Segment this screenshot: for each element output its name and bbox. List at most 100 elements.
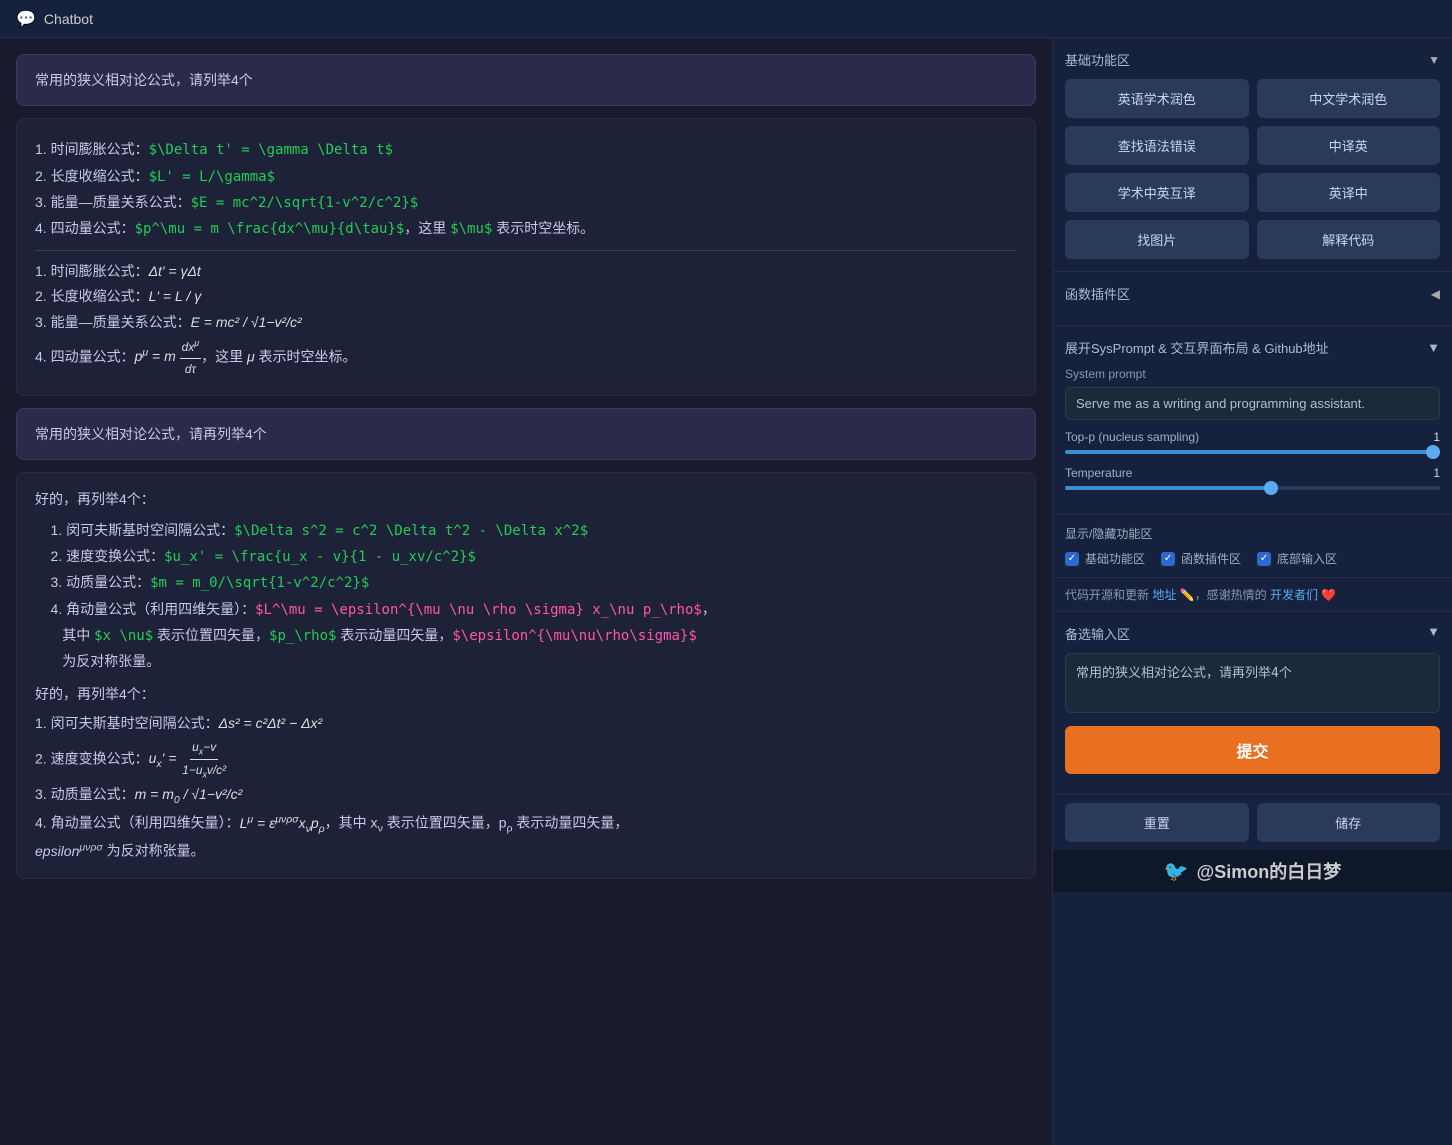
assistant-message-2: 好的，再列举4个： 1. 闵可夫斯基时空间隔公式：$\Delta s^2 = c…	[16, 472, 1036, 879]
credit-prefix: 代码开源和更新	[1065, 588, 1149, 602]
btn-en-polish[interactable]: 英语学术润色	[1065, 79, 1249, 118]
formula-list-raw: 1. 时间膨胀公式：$\Delta t' = \gamma \Delta t$ …	[35, 137, 1017, 242]
app-header: 💬 Chatbot	[0, 0, 1452, 38]
top-p-value: 1	[1410, 430, 1440, 444]
alt-input-section: 备选输入区 ▼ 常用的狭义相对论公式，请再列举4个 提交	[1053, 612, 1452, 795]
rf2-4: Lμ = εμνρσxνpρ	[240, 815, 325, 831]
f2-4-p: $p_\rho$	[269, 628, 336, 644]
sysprompt-section: 展开SysPrompt & 交互界面布局 & Github地址 ▼ System…	[1053, 326, 1452, 515]
visibility-section: 显示/隐藏功能区 ✓ 基础功能区 ✓ 函数插件区 ✓ 底部输入区	[1053, 515, 1452, 578]
btn-en-zh[interactable]: 英译中	[1257, 173, 1441, 212]
user-text-1: 常用的狭义相对论公式，请列举4个	[35, 72, 253, 88]
watermark: 🐦 @Simon的白日梦	[1053, 850, 1452, 892]
app-title: Chatbot	[44, 11, 93, 27]
sysprompt-title: 展开SysPrompt & 交互界面布局 & Github地址	[1065, 338, 1329, 357]
alt-input-title: 备选输入区	[1065, 624, 1130, 643]
checkbox-plugin-box: ✓	[1161, 552, 1175, 566]
sidebar: 基础功能区 ▼ 英语学术润色 中文学术润色 查找语法错误 中译英 学术中英互译 …	[1052, 38, 1452, 1145]
r-formula1: Δt' = γΔt	[149, 263, 201, 279]
btn-explain-code[interactable]: 解释代码	[1257, 220, 1441, 259]
f2-4-raw: $L^\mu = \epsilon^{\mu \nu \rho \sigma} …	[255, 602, 702, 618]
user-message-1: 常用的狭义相对论公式，请列举4个	[16, 54, 1036, 106]
basic-section-title: 基础功能区	[1065, 50, 1130, 69]
top-p-slider-track[interactable]	[1065, 450, 1440, 454]
temperature-value: 1	[1410, 466, 1440, 480]
r-formula4-note: μ	[247, 348, 255, 364]
credit-link[interactable]: 地址	[1152, 588, 1176, 602]
response2-intro2: 好的，再列举4个：	[35, 682, 1017, 707]
f2-2-raw: $u_x' = \frac{u_x - v}{1 - u_xv/c^2}$	[164, 549, 476, 565]
temperature-fill	[1065, 486, 1271, 490]
top-p-fill	[1065, 450, 1440, 454]
formula-list2-rendered: 1. 闵可夫斯基时空间隔公式：Δs² = c²Δt² − Δx² 2. 速度变换…	[35, 711, 1017, 864]
top-p-label: Top-p (nucleus sampling)	[1065, 430, 1410, 444]
r-formula4: pμ = m dxμdτ	[135, 348, 202, 364]
temperature-row: Temperature 1	[1065, 466, 1440, 480]
checkbox-bottom-label: 底部输入区	[1277, 550, 1337, 567]
alt-input-header: 备选输入区 ▼	[1065, 624, 1440, 643]
btn-zh-en[interactable]: 中译英	[1257, 126, 1441, 165]
r-formula3: E = mc² / √1−v²/c²	[191, 314, 302, 330]
btn-zh-polish[interactable]: 中文学术润色	[1257, 79, 1441, 118]
temperature-label: Temperature	[1065, 466, 1410, 480]
btn-grammar-check[interactable]: 查找语法错误	[1065, 126, 1249, 165]
visibility-title: 显示/隐藏功能区	[1065, 525, 1440, 542]
btn-find-image[interactable]: 找图片	[1065, 220, 1249, 259]
credit-mid: ✏️，感谢热情的	[1180, 588, 1267, 602]
credit-heart: ❤️	[1321, 588, 1336, 602]
temperature-thumb[interactable]	[1264, 481, 1278, 495]
formula4-note: $\mu$	[450, 221, 492, 237]
plugin-section: 函数插件区 ◀	[1053, 272, 1452, 326]
save-button[interactable]: 储存	[1257, 803, 1441, 842]
formula1-raw: $\Delta t' = \gamma \Delta t$	[149, 142, 393, 158]
sys-prompt-label: System prompt	[1065, 367, 1440, 381]
plugin-section-header: 函数插件区 ◀	[1065, 284, 1440, 303]
credit-row: 代码开源和更新 地址 ✏️，感谢热情的 开发者们 ❤️	[1053, 578, 1452, 612]
weibo-icon: 🐦	[1164, 859, 1189, 884]
alt-input-textarea[interactable]: 常用的狭义相对论公式，请再列举4个	[1065, 653, 1440, 713]
sysprompt-header: 展开SysPrompt & 交互界面布局 & Github地址 ▼	[1065, 338, 1440, 357]
checkbox-plugin[interactable]: ✓ 函数插件区	[1161, 550, 1241, 567]
user-message-2: 常用的狭义相对论公式，请再列举4个	[16, 408, 1036, 460]
checkbox-basic[interactable]: ✓ 基础功能区	[1065, 550, 1145, 567]
reset-button[interactable]: 重置	[1065, 803, 1249, 842]
divider1	[35, 250, 1017, 251]
btn-academic-trans[interactable]: 学术中英互译	[1065, 173, 1249, 212]
credit-contributors[interactable]: 开发者们	[1270, 588, 1318, 602]
checkbox-plugin-label: 函数插件区	[1181, 550, 1241, 567]
checkbox-basic-box: ✓	[1065, 552, 1079, 566]
alt-arrow[interactable]: ▼	[1427, 624, 1440, 643]
rf2-2: ux' = ux−v1−uxv/c²	[149, 750, 228, 766]
f2-1-raw: $\Delta s^2 = c^2 \Delta t^2 - \Delta x^…	[234, 523, 588, 539]
basic-functions-section: 基础功能区 ▼ 英语学术润色 中文学术润色 查找语法错误 中译英 学术中英互译 …	[1053, 38, 1452, 272]
sysprompt-arrow[interactable]: ▼	[1427, 340, 1440, 355]
watermark-text: @Simon的白日梦	[1197, 858, 1342, 884]
submit-button[interactable]: 提交	[1065, 726, 1440, 774]
f2-4-x: $x \nu$	[94, 628, 153, 644]
temperature-slider-track[interactable]	[1065, 486, 1440, 490]
checkbox-bottom[interactable]: ✓ 底部输入区	[1257, 550, 1337, 567]
response2-intro: 好的，再列举4个：	[35, 487, 1017, 512]
system-prompt-text: Serve me as a writing and programming as…	[1065, 387, 1440, 420]
top-p-row: Top-p (nucleus sampling) 1	[1065, 430, 1440, 444]
main-layout: 常用的狭义相对论公式，请列举4个 1. 时间膨胀公式：$\Delta t' = …	[0, 38, 1452, 1145]
assistant-message-1: 1. 时间膨胀公式：$\Delta t' = \gamma \Delta t$ …	[16, 118, 1036, 395]
formula3-raw: $E = mc^2/\sqrt{1-v^2/c^2}$	[191, 195, 419, 211]
f2-4-eps: $\epsilon^{\mu\nu\rho\sigma}$	[452, 628, 696, 644]
basic-section-arrow[interactable]: ▼	[1428, 53, 1440, 67]
checkbox-basic-label: 基础功能区	[1085, 550, 1145, 567]
top-p-thumb[interactable]	[1426, 445, 1440, 459]
rf2-eps: epsilonμνρσ	[35, 843, 103, 859]
plugin-arrow[interactable]: ◀	[1431, 287, 1440, 301]
func-btn-grid: 英语学术润色 中文学术润色 查找语法错误 中译英 学术中英互译 英译中 找图片 …	[1065, 79, 1440, 259]
formula4-raw: $p^\mu = m \frac{dx^\mu}{d\tau}$	[135, 221, 405, 237]
formula-list-rendered: 1. 时间膨胀公式：Δt' = γΔt 2. 长度收缩公式：L' = L / γ…	[35, 259, 1017, 380]
formula2-raw: $L' = L/\gamma$	[149, 169, 275, 185]
rf2-1: Δs² = c²Δt² − Δx²	[219, 715, 323, 731]
basic-section-header: 基础功能区 ▼	[1065, 50, 1440, 69]
f2-3-raw: $m = m_0/\sqrt{1-v^2/c^2}$	[150, 575, 369, 591]
bottom-buttons: 重置 储存	[1053, 795, 1452, 850]
formula-list2-raw: 1. 闵可夫斯基时空间隔公式：$\Delta s^2 = c^2 \Delta …	[35, 518, 1017, 674]
rf2-3: m = m0 / √1−v²/c²	[135, 786, 243, 802]
checkbox-row: ✓ 基础功能区 ✓ 函数插件区 ✓ 底部输入区	[1065, 550, 1440, 567]
